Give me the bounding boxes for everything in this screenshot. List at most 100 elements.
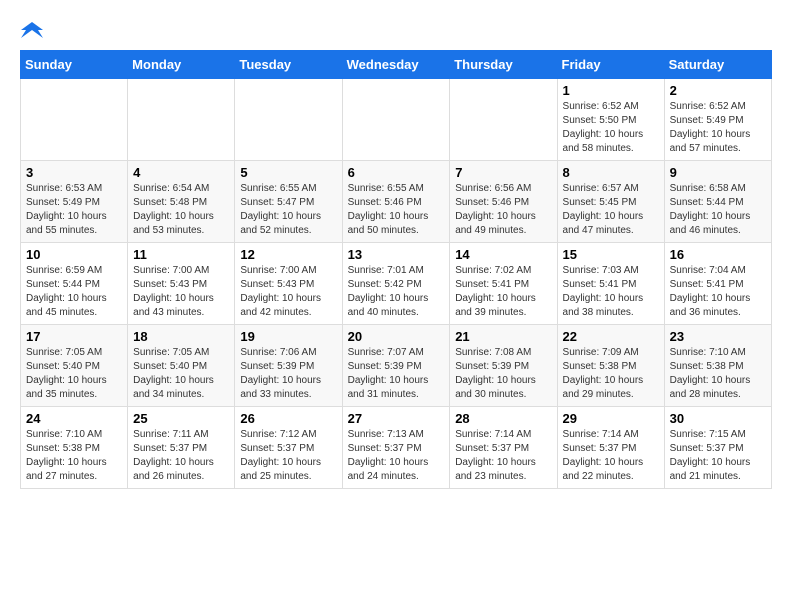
day-number: 14 [455,247,551,262]
calendar-cell: 27 Sunrise: 7:13 AMSunset: 5:37 PMDayligh… [342,407,450,489]
calendar-cell: 6 Sunrise: 6:55 AMSunset: 5:46 PMDaylight… [342,161,450,243]
calendar-cell [128,79,235,161]
col-header-wednesday: Wednesday [342,51,450,79]
calendar-cell: 14Sunrise: 7:02 AMSunset: 5:41 PMDayligh… [450,243,557,325]
day-number: 19 [240,329,336,344]
calendar-cell: 19 Sunrise: 7:06 AMSunset: 5:39 PMDayligh… [235,325,342,407]
logo-bird-icon [21,20,43,38]
day-number: 26 [240,411,336,426]
calendar-cell: 23Sunrise: 7:10 AMSunset: 5:38 PMDayligh… [664,325,771,407]
day-info: Sunrise: 6:52 AMSunset: 5:50 PMDaylight:… [563,100,659,156]
day-info: Sunrise: 6:56 AMSunset: 5:46 PMDaylight:… [455,182,551,238]
day-info: Sunrise: 7:11 AMSunset: 5:37 PMDaylight:… [133,428,229,484]
day-number: 18 [133,329,229,344]
calendar-cell: 18Sunrise: 7:05 AMSunset: 5:40 PMDayligh… [128,325,235,407]
day-info: Sunrise: 7:10 AMSunset: 5:38 PMDaylight:… [670,346,766,402]
day-number: 8 [563,165,659,180]
calendar-cell: 20 Sunrise: 7:07 AMSunset: 5:39 PMDayligh… [342,325,450,407]
calendar-cell: 16 Sunrise: 7:04 AMSunset: 5:41 PMDayligh… [664,243,771,325]
day-info: Sunrise: 6:55 AMSunset: 5:46 PMDaylight:… [348,182,445,238]
day-number: 24 [26,411,122,426]
day-number: 1 [563,83,659,98]
day-number: 30 [670,411,766,426]
week-row-4: 17 Sunrise: 7:05 AMSunset: 5:40 PMDayligh… [21,325,772,407]
calendar-header-row: SundayMondayTuesdayWednesdayThursdayFrid… [21,51,772,79]
calendar-cell: 25 Sunrise: 7:11 AMSunset: 5:37 PMDayligh… [128,407,235,489]
calendar-cell: 11 Sunrise: 7:00 AMSunset: 5:43 PMDayligh… [128,243,235,325]
day-info: Sunrise: 7:01 AMSunset: 5:42 PMDaylight:… [348,264,445,320]
calendar-cell: 17 Sunrise: 7:05 AMSunset: 5:40 PMDayligh… [21,325,128,407]
calendar-cell: 3Sunrise: 6:53 AMSunset: 5:49 PMDaylight… [21,161,128,243]
day-info: Sunrise: 7:13 AMSunset: 5:37 PMDaylight:… [348,428,445,484]
day-info: Sunrise: 7:09 AMSunset: 5:38 PMDaylight:… [563,346,659,402]
day-number: 29 [563,411,659,426]
day-info: Sunrise: 7:14 AMSunset: 5:37 PMDaylight:… [563,428,659,484]
logo [20,20,44,34]
calendar-cell: 8 Sunrise: 6:57 AMSunset: 5:45 PMDaylight… [557,161,664,243]
day-number: 12 [240,247,336,262]
calendar-cell: 10Sunrise: 6:59 AMSunset: 5:44 PMDayligh… [21,243,128,325]
day-number: 28 [455,411,551,426]
calendar-cell [235,79,342,161]
col-header-saturday: Saturday [664,51,771,79]
day-info: Sunrise: 7:07 AMSunset: 5:39 PMDaylight:… [348,346,445,402]
day-info: Sunrise: 6:58 AMSunset: 5:44 PMDaylight:… [670,182,766,238]
calendar-cell: 4Sunrise: 6:54 AMSunset: 5:48 PMDaylight… [128,161,235,243]
day-number: 27 [348,411,445,426]
calendar-cell [21,79,128,161]
day-info: Sunrise: 6:55 AMSunset: 5:47 PMDaylight:… [240,182,336,238]
day-info: Sunrise: 7:04 AMSunset: 5:41 PMDaylight:… [670,264,766,320]
calendar-cell: 24 Sunrise: 7:10 AMSunset: 5:38 PMDayligh… [21,407,128,489]
calendar-cell: 22Sunrise: 7:09 AMSunset: 5:38 PMDayligh… [557,325,664,407]
day-info: Sunrise: 7:06 AMSunset: 5:39 PMDaylight:… [240,346,336,402]
calendar-cell: 5 Sunrise: 6:55 AMSunset: 5:47 PMDaylight… [235,161,342,243]
day-number: 7 [455,165,551,180]
week-row-3: 10Sunrise: 6:59 AMSunset: 5:44 PMDayligh… [21,243,772,325]
calendar-table: SundayMondayTuesdayWednesdayThursdayFrid… [20,50,772,489]
day-number: 20 [348,329,445,344]
page-header [20,20,772,34]
day-info: Sunrise: 7:12 AMSunset: 5:37 PMDaylight:… [240,428,336,484]
calendar-cell [450,79,557,161]
col-header-sunday: Sunday [21,51,128,79]
calendar-cell: 12 Sunrise: 7:00 AMSunset: 5:43 PMDayligh… [235,243,342,325]
day-number: 25 [133,411,229,426]
week-row-5: 24 Sunrise: 7:10 AMSunset: 5:38 PMDayligh… [21,407,772,489]
day-number: 9 [670,165,766,180]
day-number: 17 [26,329,122,344]
day-info: Sunrise: 7:14 AMSunset: 5:37 PMDaylight:… [455,428,551,484]
day-number: 6 [348,165,445,180]
day-info: Sunrise: 7:10 AMSunset: 5:38 PMDaylight:… [26,428,122,484]
calendar-cell: 7 Sunrise: 6:56 AMSunset: 5:46 PMDaylight… [450,161,557,243]
calendar-cell: 1 Sunrise: 6:52 AMSunset: 5:50 PMDaylight… [557,79,664,161]
calendar-cell: 15 Sunrise: 7:03 AMSunset: 5:41 PMDayligh… [557,243,664,325]
calendar-cell: 21 Sunrise: 7:08 AMSunset: 5:39 PMDayligh… [450,325,557,407]
day-info: Sunrise: 7:00 AMSunset: 5:43 PMDaylight:… [133,264,229,320]
calendar-cell: 9 Sunrise: 6:58 AMSunset: 5:44 PMDaylight… [664,161,771,243]
col-header-thursday: Thursday [450,51,557,79]
calendar-cell: 29 Sunrise: 7:14 AMSunset: 5:37 PMDayligh… [557,407,664,489]
day-info: Sunrise: 6:59 AMSunset: 5:44 PMDaylight:… [26,264,122,320]
day-info: Sunrise: 7:08 AMSunset: 5:39 PMDaylight:… [455,346,551,402]
week-row-1: 1 Sunrise: 6:52 AMSunset: 5:50 PMDaylight… [21,79,772,161]
calendar-cell: 28 Sunrise: 7:14 AMSunset: 5:37 PMDayligh… [450,407,557,489]
day-number: 4 [133,165,229,180]
day-number: 13 [348,247,445,262]
day-info: Sunrise: 7:05 AMSunset: 5:40 PMDaylight:… [26,346,122,402]
day-info: Sunrise: 6:52 AMSunset: 5:49 PMDaylight:… [670,100,766,156]
day-number: 5 [240,165,336,180]
day-number: 15 [563,247,659,262]
day-info: Sunrise: 6:57 AMSunset: 5:45 PMDaylight:… [563,182,659,238]
day-info: Sunrise: 7:03 AMSunset: 5:41 PMDaylight:… [563,264,659,320]
day-number: 11 [133,247,229,262]
calendar-cell [342,79,450,161]
calendar-cell: 2Sunrise: 6:52 AMSunset: 5:49 PMDaylight… [664,79,771,161]
col-header-friday: Friday [557,51,664,79]
day-info: Sunrise: 7:00 AMSunset: 5:43 PMDaylight:… [240,264,336,320]
day-number: 16 [670,247,766,262]
calendar-cell: 26 Sunrise: 7:12 AMSunset: 5:37 PMDayligh… [235,407,342,489]
day-info: Sunrise: 7:15 AMSunset: 5:37 PMDaylight:… [670,428,766,484]
col-header-monday: Monday [128,51,235,79]
week-row-2: 3Sunrise: 6:53 AMSunset: 5:49 PMDaylight… [21,161,772,243]
day-number: 21 [455,329,551,344]
